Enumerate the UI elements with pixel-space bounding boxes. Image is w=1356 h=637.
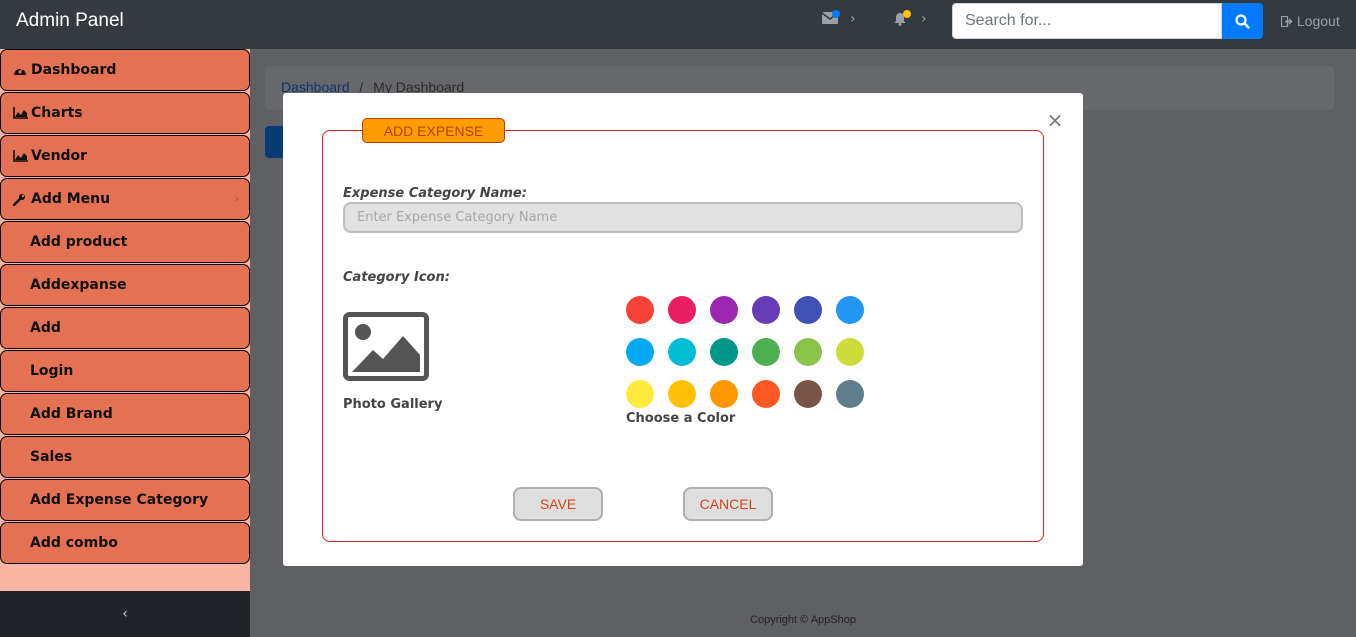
sidebar-item-addexpanse[interactable]: Addexpanse [0, 264, 250, 306]
chevron-right-icon: › [921, 11, 927, 27]
notifications-dropdown[interactable]: › [893, 10, 927, 30]
sidebar-item-label: Add [30, 320, 61, 336]
chevron-right-icon: › [234, 192, 239, 206]
sidebar-item-label: Login [30, 363, 74, 379]
sidebar-item-add-combo[interactable]: Add combo [0, 522, 250, 564]
primary-button-partial [265, 126, 285, 158]
photo-gallery-icon[interactable] [343, 312, 429, 381]
cancel-button[interactable]: CANCEL [683, 487, 773, 521]
color-swatch[interactable] [710, 296, 738, 324]
sidebar-item-label: Add product [30, 234, 128, 250]
color-swatch[interactable] [626, 296, 654, 324]
color-swatch[interactable] [668, 338, 696, 366]
sidebar-item-sales[interactable]: Sales [0, 436, 250, 478]
sidebar-item-label: Dashboard [31, 62, 117, 78]
sidebar-item-add-menu[interactable]: Add Menu › [0, 178, 250, 220]
messages-badge [832, 10, 840, 18]
sidebar-item-add-brand[interactable]: Add Brand [0, 393, 250, 435]
photo-gallery-label: Photo Gallery [343, 397, 443, 412]
sidebar-item-add[interactable]: Add [0, 307, 250, 349]
fieldset-legend: ADD EXPENSE [362, 118, 505, 143]
dashboard-icon [13, 64, 29, 76]
sidebar-item-label: Vendor [31, 148, 88, 164]
color-swatch[interactable] [836, 296, 864, 324]
sidebar-item-label: Sales [30, 449, 73, 465]
sidebar-item-dashboard[interactable]: Dashboard [0, 49, 250, 91]
sidebar-item-add-product[interactable]: Add product [0, 221, 250, 263]
color-swatch[interactable] [668, 296, 696, 324]
color-swatch[interactable] [626, 380, 654, 408]
color-swatch[interactable] [710, 380, 738, 408]
logout-label: Logout [1296, 13, 1340, 29]
color-swatch[interactable] [752, 296, 780, 324]
messages-dropdown[interactable]: › [821, 10, 856, 28]
sidebar-item-charts[interactable]: Charts [0, 92, 250, 134]
sidebar-item-vendor[interactable]: Vendor [0, 135, 250, 177]
logout-link[interactable]: Logout [1280, 13, 1340, 29]
sidebar-item-login[interactable]: Login [0, 350, 250, 392]
search-icon [1235, 13, 1250, 29]
brand-title[interactable]: Admin Panel [16, 10, 124, 32]
sidebar-item-label: Addexpanse [30, 277, 127, 293]
category-icon-label: Category Icon: [343, 270, 450, 285]
color-swatch[interactable] [794, 338, 822, 366]
chevron-left-icon: ‹ [122, 606, 128, 622]
color-swatch[interactable] [836, 338, 864, 366]
color-swatch[interactable] [668, 380, 696, 408]
wrench-icon [13, 193, 29, 206]
area-chart-icon [13, 107, 29, 119]
sidebar-item-label: Add Brand [30, 406, 113, 422]
sidebar-toggle-button[interactable]: ‹ [0, 591, 250, 637]
notifications-badge [903, 10, 911, 18]
sidebar-item-label: Charts [31, 105, 83, 121]
color-swatch[interactable] [710, 338, 738, 366]
color-swatch[interactable] [794, 380, 822, 408]
color-swatch[interactable] [836, 380, 864, 408]
sidebar-item-label: Add combo [30, 535, 118, 551]
expense-category-name-label: Expense Category Name: [343, 186, 527, 201]
sign-out-icon [1280, 15, 1293, 28]
area-chart-icon [13, 150, 29, 162]
color-swatch[interactable] [794, 296, 822, 324]
sidebar-item-label: Add Menu [31, 191, 111, 207]
top-navbar: Admin Panel › › Logout [0, 0, 1356, 49]
chevron-right-icon: › [850, 11, 856, 27]
search-button[interactable] [1222, 3, 1263, 39]
sidebar: Dashboard Charts Vendor Add Menu › Add p… [0, 49, 250, 591]
search-input[interactable] [952, 3, 1222, 39]
sidebar-item-label: Add Expense Category [30, 492, 209, 508]
sidebar-item-add-expense-category[interactable]: Add Expense Category [0, 479, 250, 521]
copyright-text: Copyright © AppShop [750, 614, 856, 626]
close-modal-button[interactable]: × [1045, 110, 1065, 130]
expense-category-name-input[interactable] [343, 202, 1023, 233]
save-button[interactable]: SAVE [513, 487, 603, 521]
color-swatch[interactable] [626, 338, 654, 366]
color-swatch[interactable] [752, 380, 780, 408]
footer: Copyright © AppShop [250, 591, 1356, 637]
color-swatch[interactable] [752, 338, 780, 366]
choose-color-label: Choose a Color [626, 411, 736, 426]
